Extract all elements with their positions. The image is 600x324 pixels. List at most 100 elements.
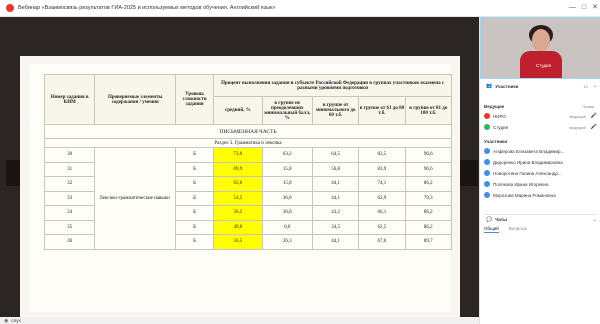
app-logo-icon bbox=[6, 4, 14, 12]
slide: Номер задания в КИМ Проверяемые элементы… bbox=[20, 56, 460, 317]
avatar bbox=[484, 113, 490, 119]
list-item[interactable]: Полякова Ирина Игоревна bbox=[484, 179, 597, 189]
average-cell: 69,9 bbox=[213, 161, 263, 177]
chat-tabs: Общий Вопросы bbox=[484, 226, 527, 233]
average-cell: 49,0 bbox=[213, 219, 263, 235]
header-level: Уровень сложности задания bbox=[174, 74, 215, 125]
minimize-icon[interactable]: — bbox=[569, 3, 576, 13]
header-group-min60: в группе от минимального до 60 т.б. bbox=[311, 96, 360, 125]
sidebar: Студия 👥 Участники 10 ⌄ Ведущие Права НИ… bbox=[479, 17, 600, 324]
close-icon[interactable]: ✕ bbox=[592, 3, 598, 13]
task-number-cell: 30 bbox=[43, 147, 96, 163]
avatar bbox=[484, 148, 490, 154]
min60-cell: 44,1 bbox=[311, 234, 360, 250]
average-cell: 56,5 bbox=[213, 234, 263, 250]
average-cell: 54,5 bbox=[213, 190, 263, 206]
results-table: Номер задания в КИМ Проверяемые элементы… bbox=[43, 74, 453, 250]
microphone-icon[interactable]: ◉ bbox=[4, 318, 8, 324]
avatar bbox=[484, 159, 490, 165]
header-group-fail: в группе не преодолевших минимальный бал… bbox=[261, 96, 313, 125]
list-item[interactable]: Морозова Марина Романовна bbox=[484, 190, 597, 200]
tab-general[interactable]: Общий bbox=[484, 226, 499, 233]
participants-title: Участники bbox=[495, 83, 519, 89]
list-item[interactable]: НИРО ведущий 🎤 bbox=[484, 111, 597, 121]
video-frame bbox=[480, 17, 600, 79]
level-cell: Б bbox=[174, 190, 215, 206]
g81100-cell: 96,6 bbox=[404, 161, 453, 177]
collapse-icon[interactable]: ⌄ bbox=[593, 83, 597, 89]
fail-cell: 15,8 bbox=[261, 176, 313, 192]
list-item[interactable]: Алферова Елизавета Владимир... bbox=[484, 146, 597, 156]
level-cell: Б bbox=[174, 147, 215, 163]
attendees-title: Участники bbox=[484, 138, 508, 144]
participants-header[interactable]: 👥 Участники 10 ⌄ bbox=[484, 81, 597, 91]
min60-cell: 56,8 bbox=[311, 161, 360, 177]
window-titlebar: Вебинар «Взаимосвязь результатов ГИА-202… bbox=[0, 0, 600, 17]
task-number-cell: 36 bbox=[43, 234, 96, 250]
maximize-icon[interactable]: □ bbox=[582, 3, 586, 13]
header-average: средний, % bbox=[213, 96, 263, 125]
window-controls: — □ ✕ bbox=[569, 3, 598, 13]
header-percent-group: Процент выполнения задания в субъекте Ро… bbox=[213, 74, 452, 97]
table-row: 30 Лексико-грамматические навыки Б 73,0 … bbox=[43, 147, 453, 250]
bottom-toolbar: ◉ слух bbox=[0, 317, 479, 324]
g6180-cell: 67,0 bbox=[358, 234, 406, 250]
slide-right-tab bbox=[458, 160, 478, 186]
g6180-cell: 62,9 bbox=[358, 190, 406, 206]
presenter-name: Студия bbox=[493, 124, 509, 130]
presenters-right: Права bbox=[582, 103, 594, 109]
list-item[interactable]: Студия ведущий 🎤 bbox=[484, 122, 597, 132]
min60-cell: 64,5 bbox=[311, 147, 360, 163]
level-cell: Б bbox=[174, 219, 215, 235]
g6180-cell: 62,5 bbox=[358, 219, 406, 235]
list-item[interactable]: Новоротина Галина Александр... bbox=[484, 168, 597, 178]
mic-icon[interactable]: 🎤 bbox=[591, 124, 597, 130]
g6180-cell: 66,1 bbox=[358, 205, 406, 221]
min60-cell: 43,2 bbox=[311, 205, 360, 221]
task-number-cell: 32 bbox=[43, 176, 96, 192]
task-number-cell: 35 bbox=[43, 219, 96, 235]
presentation-area: Номер задания в КИМ Проверяемые элементы… bbox=[0, 17, 479, 317]
g6180-cell: 83,9 bbox=[358, 161, 406, 177]
bottom-label[interactable]: слух bbox=[11, 318, 20, 323]
level-cell: Б bbox=[174, 176, 215, 192]
header-group-81-100: в группе от 81 до 100 т.б. bbox=[404, 96, 453, 125]
g81100-cell: 96,6 bbox=[404, 147, 453, 163]
people-icon: 👥 bbox=[486, 83, 493, 89]
presenter-role: ведущий bbox=[569, 124, 586, 130]
section-title: ПИСЬМЕННАЯ ЧАСТЬ bbox=[44, 124, 452, 139]
average-cell: 73,0 bbox=[213, 147, 263, 163]
fail-cell: 15,8 bbox=[261, 161, 313, 177]
participant-name: Полякова Ирина Игоревна bbox=[493, 181, 549, 187]
participants-count: 10 bbox=[583, 83, 588, 89]
presenter-role: ведущий bbox=[569, 113, 586, 119]
g81100-cell: 86,2 bbox=[404, 176, 453, 192]
avatar bbox=[484, 170, 490, 176]
avatar bbox=[484, 181, 490, 187]
header-group-61-80: в группе от 61 до 80 т.б. bbox=[358, 96, 406, 125]
average-cell: 56,5 bbox=[213, 205, 263, 221]
task-number-cell: 33 bbox=[43, 190, 96, 206]
fail-cell: 63,2 bbox=[261, 147, 313, 163]
slide-content: Номер задания в КИМ Проверяемые элементы… bbox=[30, 64, 453, 312]
merged-element-cell: Лексико-грамматические навыки bbox=[94, 147, 176, 250]
g81100-cell: 89,7 bbox=[404, 234, 453, 250]
fail-cell: 36,8 bbox=[261, 190, 313, 206]
collapse-icon[interactable]: ⌄ bbox=[593, 217, 597, 223]
mic-icon[interactable]: 🎤 bbox=[591, 113, 597, 119]
min60-cell: 44,1 bbox=[311, 176, 360, 192]
header-task-number: Номер задания в КИМ bbox=[43, 74, 96, 125]
g81100-cell: 86,2 bbox=[404, 205, 453, 221]
level-cell: Б bbox=[174, 205, 215, 221]
subsection-title: Раздел 3. Грамматика и лексика bbox=[44, 138, 452, 148]
chat-header[interactable]: 💬 Чаты ⌄ bbox=[484, 214, 597, 224]
list-item[interactable]: Дидоренко Ирина Владимировна bbox=[484, 157, 597, 167]
fail-cell: 26,3 bbox=[261, 234, 313, 250]
chat-icon: 💬 bbox=[486, 216, 493, 223]
average-cell: 63,6 bbox=[213, 176, 263, 192]
header-elements: Проверяемые элементы содержания / умения bbox=[94, 74, 176, 125]
tab-questions[interactable]: Вопросы bbox=[509, 226, 527, 233]
min60-cell: 44,1 bbox=[311, 190, 360, 206]
participant-name: Дидоренко Ирина Владимировна bbox=[493, 159, 563, 165]
presenter-name: НИРО bbox=[493, 113, 506, 119]
